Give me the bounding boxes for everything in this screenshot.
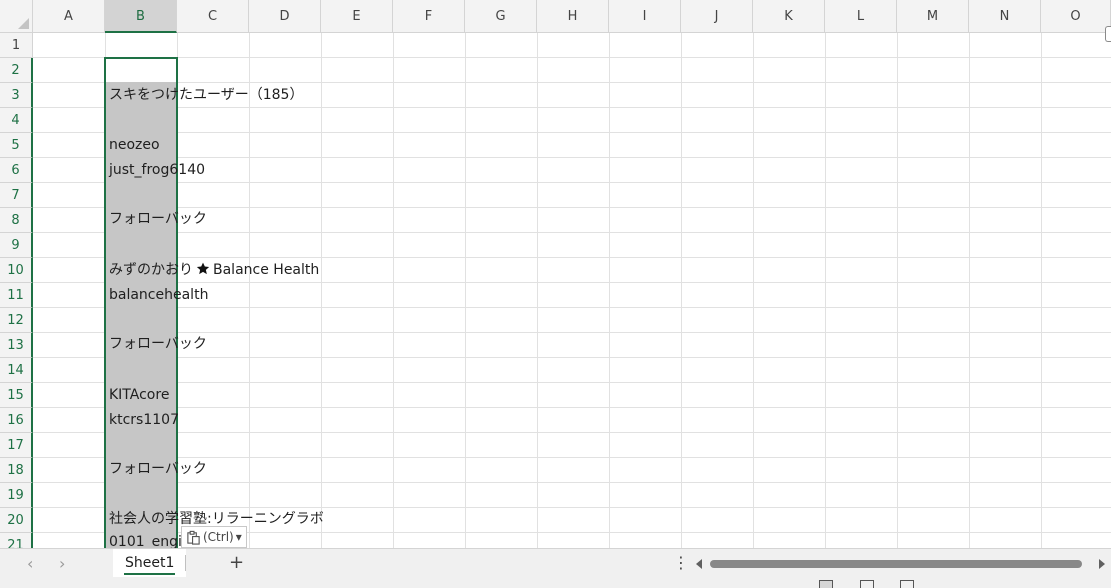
row-header-21[interactable]: 21: [0, 533, 33, 548]
more-options-icon[interactable]: ⋮: [673, 555, 689, 571]
star-icon: [196, 262, 210, 275]
row-header-13[interactable]: 13: [0, 333, 33, 358]
row-header-12[interactable]: 12: [0, 308, 33, 333]
active-sheet-indicator: [124, 573, 175, 575]
scroll-right-icon[interactable]: [1099, 559, 1105, 569]
column-header-a[interactable]: A: [33, 0, 105, 33]
column-header-o[interactable]: O: [1041, 0, 1111, 33]
gridline-vertical: [393, 33, 394, 548]
cell-b21[interactable]: 0101_engi: [109, 530, 182, 548]
gridline-horizontal: [33, 57, 1111, 58]
normal-view-icon[interactable]: [819, 580, 833, 588]
row-header-4[interactable]: 4: [0, 108, 33, 133]
scroll-left-icon[interactable]: [696, 559, 702, 569]
row-header-19[interactable]: 19: [0, 483, 33, 508]
gridline-horizontal: [33, 132, 1111, 133]
sheet-tab-bar: ‹ › Sheet1 + ⋮: [0, 548, 1111, 580]
column-header-d[interactable]: D: [249, 0, 321, 33]
column-header-n[interactable]: N: [969, 0, 1041, 33]
select-all-corner[interactable]: [0, 0, 33, 33]
row-header-3[interactable]: 3: [0, 83, 33, 108]
gridline-vertical: [537, 33, 538, 548]
cell-b16[interactable]: ktcrs1107: [109, 408, 179, 433]
page-layout-view-icon[interactable]: [860, 580, 874, 588]
gridline-horizontal: [33, 407, 1111, 408]
gridline-vertical: [897, 33, 898, 548]
cell-b6[interactable]: just_frog6140: [109, 158, 205, 183]
paste-options-label: (Ctrl): [203, 530, 234, 544]
page-break-view-icon[interactable]: [900, 580, 914, 588]
row-header-6[interactable]: 6: [0, 158, 33, 183]
sheet-prev-arrow-icon[interactable]: ‹: [27, 556, 33, 572]
row-header-14[interactable]: 14: [0, 358, 33, 383]
gridline-vertical: [609, 33, 610, 548]
gridline-horizontal: [33, 357, 1111, 358]
cell-b13[interactable]: フォローバック: [109, 332, 207, 357]
row-header-16[interactable]: 16: [0, 408, 33, 433]
clipboard-icon: [187, 530, 200, 545]
sheet-next-arrow-icon[interactable]: ›: [59, 556, 65, 572]
row-header-2[interactable]: 2: [0, 58, 33, 83]
horizontal-scrollbar-thumb[interactable]: [710, 560, 1082, 568]
select-all-triangle-icon: [18, 18, 29, 29]
column-header-l[interactable]: L: [825, 0, 897, 33]
gridline-vertical: [825, 33, 826, 548]
cell-b10-org: Balance Health: [213, 262, 320, 278]
cell-b8[interactable]: フォローバック: [109, 207, 207, 232]
status-bar: [0, 580, 1111, 588]
tab-separator: [185, 555, 186, 571]
column-header-c[interactable]: C: [177, 0, 249, 33]
column-header-h[interactable]: H: [537, 0, 609, 33]
row-header-10[interactable]: 10: [0, 258, 33, 283]
gridline-horizontal: [33, 232, 1111, 233]
gridline-vertical: [681, 33, 682, 548]
cell-b11[interactable]: balancehealth: [109, 283, 208, 308]
chevron-down-icon: ▾: [235, 530, 242, 544]
column-header-i[interactable]: I: [609, 0, 681, 33]
gridline-horizontal: [33, 482, 1111, 483]
row-header-18[interactable]: 18: [0, 458, 33, 483]
add-sheet-button[interactable]: +: [229, 553, 244, 573]
column-header-g[interactable]: G: [465, 0, 537, 33]
gridline-vertical: [1041, 33, 1042, 548]
row-header-8[interactable]: 8: [0, 208, 33, 233]
row-header-17[interactable]: 17: [0, 433, 33, 458]
row-header-5[interactable]: 5: [0, 133, 33, 158]
gridline-vertical: [465, 33, 466, 548]
row-header-15[interactable]: 15: [0, 383, 33, 408]
column-header-m[interactable]: M: [897, 0, 969, 33]
horizontal-scrollbar[interactable]: [696, 557, 1105, 571]
cell-b10-name: みずのかおり: [109, 262, 193, 278]
gridline-horizontal: [33, 382, 1111, 383]
cell-b10[interactable]: みずのかおり Balance Health: [109, 258, 319, 283]
gridline-vertical: [753, 33, 754, 548]
gridline-horizontal: [33, 432, 1111, 433]
cell-b15[interactable]: KITAcore: [109, 383, 169, 408]
column-header-j[interactable]: J: [681, 0, 753, 33]
column-header-e[interactable]: E: [321, 0, 393, 33]
gridline-vertical: [249, 33, 250, 548]
vertical-scrollbar-handle[interactable]: [1105, 26, 1111, 42]
row-header-1[interactable]: 1: [0, 33, 33, 58]
paste-options-button[interactable]: (Ctrl) ▾: [181, 526, 247, 548]
spreadsheet-grid[interactable]: A B C D E F G H I J K L M N O 1 2 3 4 5 …: [0, 0, 1111, 548]
row-header-20[interactable]: 20: [0, 508, 33, 533]
gridline-vertical: [321, 33, 322, 548]
cell-b3[interactable]: スキをつけたユーザー（185）: [109, 83, 303, 108]
column-header-f[interactable]: F: [393, 0, 465, 33]
row-header-11[interactable]: 11: [0, 283, 33, 308]
row-header-9[interactable]: 9: [0, 233, 33, 258]
gridline-vertical: [969, 33, 970, 548]
cell-b5[interactable]: neozeo: [109, 133, 160, 158]
column-header-k[interactable]: K: [753, 0, 825, 33]
row-header-7[interactable]: 7: [0, 183, 33, 208]
column-header-b[interactable]: B: [105, 0, 177, 33]
cell-b18[interactable]: フォローバック: [109, 457, 207, 482]
